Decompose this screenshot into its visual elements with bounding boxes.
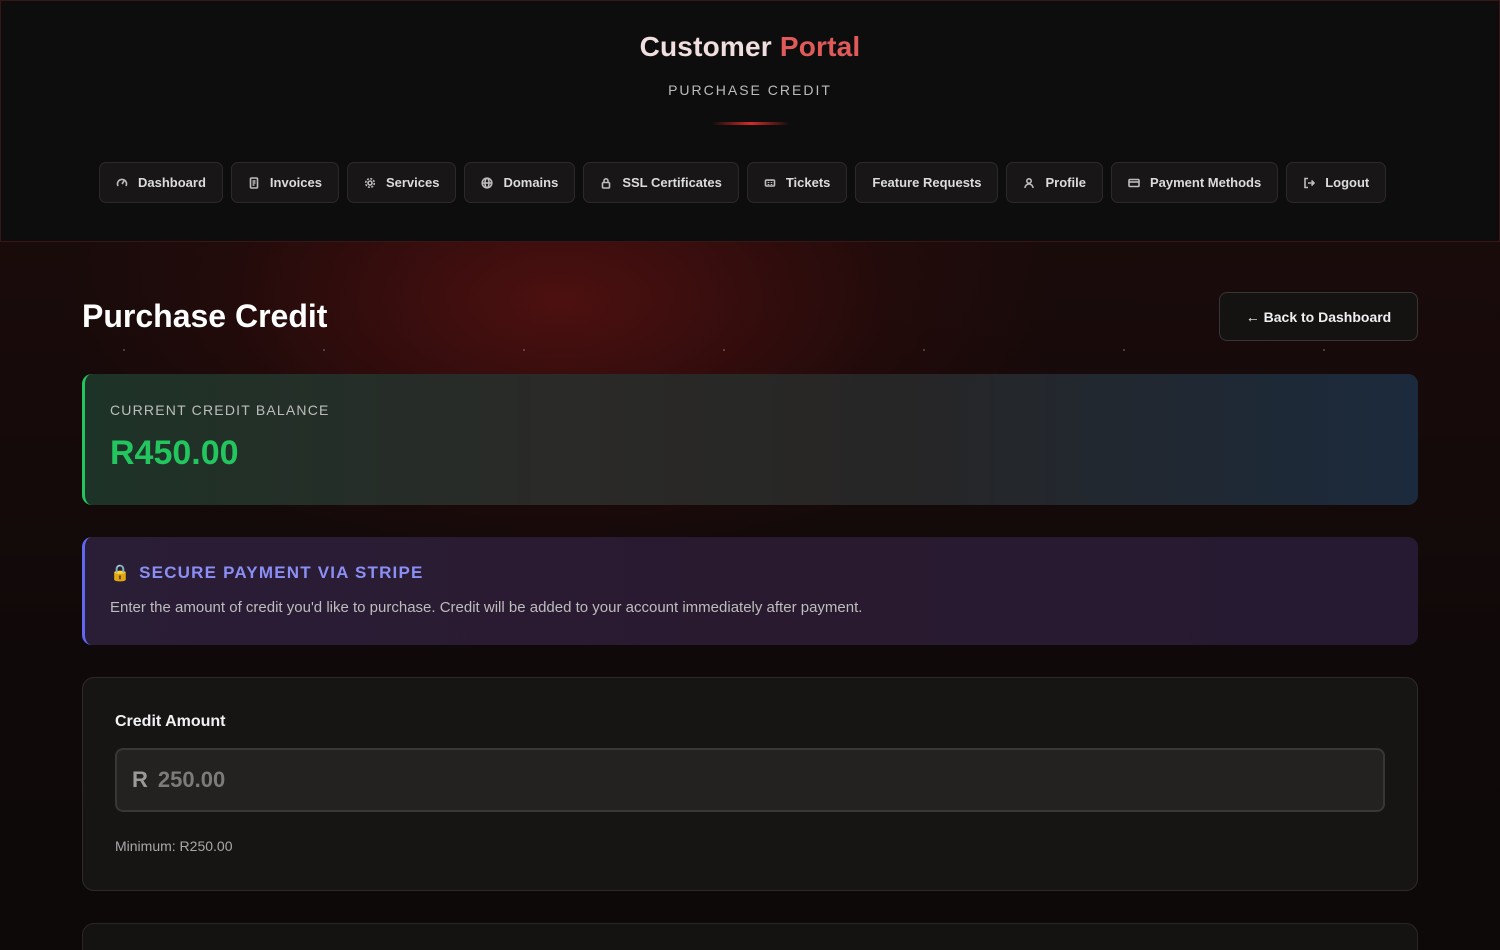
globe-icon bbox=[481, 176, 494, 189]
gear-icon bbox=[364, 177, 376, 188]
invoice-icon bbox=[249, 176, 259, 189]
nav-invoices-button[interactable]: Invoices bbox=[230, 162, 339, 203]
main-content: Purchase Credit ← Back to Dashboard CURR… bbox=[82, 242, 1418, 950]
lock-icon: 🔒 bbox=[110, 565, 132, 582]
title-underline bbox=[712, 122, 790, 125]
stripe-notice-card: 🔒 SECURE PAYMENT VIA STRIPE Enter the am… bbox=[82, 537, 1418, 645]
user-icon bbox=[1024, 177, 1035, 188]
stripe-notice-text: Enter the amount of credit you'd like to… bbox=[110, 599, 863, 616]
nav-ssl-button[interactable]: SSL Certificates bbox=[583, 162, 739, 203]
main-nav: Dashboard Invoices Services Domains SSL … bbox=[99, 162, 1409, 203]
nav-dashboard-button[interactable]: Dashboard bbox=[99, 162, 223, 203]
page-title: Purchase Credit bbox=[82, 298, 328, 334]
nav-label: Feature Requests bbox=[872, 175, 982, 190]
nav-label: Domains bbox=[503, 175, 559, 190]
nav-label: Dashboard bbox=[138, 175, 206, 190]
logout-icon bbox=[1304, 177, 1316, 188]
nav-tickets-button[interactable]: Tickets bbox=[746, 162, 848, 203]
credit-amount-input[interactable] bbox=[157, 767, 1383, 793]
balance-value: R450.00 bbox=[110, 434, 239, 472]
brand-word-customer: Customer bbox=[639, 31, 772, 62]
nav-label: Invoices bbox=[269, 175, 322, 190]
currency-symbol: R bbox=[132, 767, 148, 792]
nav-label: Profile bbox=[1045, 175, 1086, 190]
nav-label: Payment Methods bbox=[1149, 175, 1262, 190]
credit-form-card: Credit Amount R Minimum: R250.00 bbox=[82, 677, 1418, 891]
nav-services-button[interactable]: Services bbox=[346, 162, 457, 203]
brand-title: Customer Portal bbox=[1, 31, 1499, 63]
nav-profile-button[interactable]: Profile bbox=[1006, 162, 1103, 203]
balance-label: CURRENT CREDIT BALANCE bbox=[110, 402, 330, 418]
nav-label: Services bbox=[385, 175, 440, 190]
ticket-icon bbox=[764, 178, 776, 187]
brand-word-portal: Portal bbox=[779, 31, 861, 62]
page-header: Customer Portal PURCHASE CREDIT Dashboar… bbox=[0, 0, 1500, 242]
nav-domains-button[interactable]: Domains bbox=[464, 162, 576, 203]
nav-feature-requests-button[interactable]: Feature Requests bbox=[855, 162, 999, 203]
dashboard-icon bbox=[116, 178, 128, 186]
nav-label: Tickets bbox=[785, 175, 831, 190]
minimum-note: Minimum: R250.00 bbox=[115, 838, 233, 854]
next-section-card bbox=[82, 923, 1418, 950]
credit-balance-card: CURRENT CREDIT BALANCE R450.00 bbox=[82, 374, 1418, 505]
page-subtitle: PURCHASE CREDIT bbox=[668, 82, 832, 98]
stripe-title-text: SECURE PAYMENT VIA STRIPE bbox=[139, 563, 424, 582]
lock-icon bbox=[602, 177, 611, 189]
nav-label: SSL Certificates bbox=[622, 175, 722, 190]
credit-card-icon bbox=[1128, 178, 1140, 187]
nav-payment-methods-button[interactable]: Payment Methods bbox=[1110, 162, 1279, 203]
back-to-dashboard-button[interactable]: ← Back to Dashboard bbox=[1219, 292, 1418, 341]
credit-amount-label: Credit Amount bbox=[115, 713, 226, 730]
nav-label: Logout bbox=[1325, 175, 1370, 190]
credit-amount-field[interactable]: R bbox=[115, 748, 1385, 812]
stripe-notice-title: 🔒 SECURE PAYMENT VIA STRIPE bbox=[110, 563, 424, 583]
nav-logout-button[interactable]: Logout bbox=[1286, 162, 1387, 203]
